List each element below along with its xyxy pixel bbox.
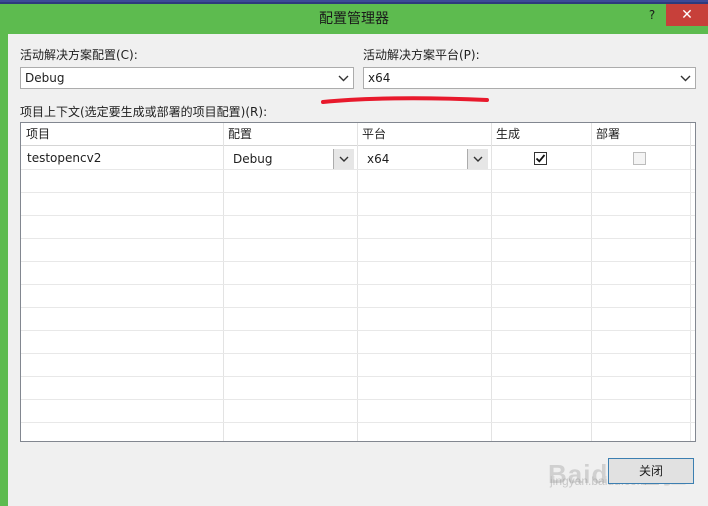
column-header-project[interactable]: 项目 [21,123,223,145]
window-close-button[interactable]: ✕ [666,4,708,26]
row-platform-value: x64 [367,152,390,166]
row-divider [21,169,695,170]
row-divider [21,261,695,262]
project-contexts-grid: 项目 配置 平台 生成 部署 testopencv2 Debug x64 [20,122,696,442]
row-divider [21,330,695,331]
row-platform-drop-button[interactable] [467,149,488,169]
checkmark-icon [535,154,546,163]
column-divider [491,123,492,441]
row-divider [21,353,695,354]
solution-platform-label: 活动解决方案平台(P): [363,48,480,62]
column-header-platform[interactable]: 平台 [357,123,491,145]
row-divider [21,192,695,193]
row-divider [21,307,695,308]
red-annotation-underline [321,96,489,104]
taskbar-accent [0,0,708,2]
column-divider [591,123,592,441]
solution-platform-value: x64 [368,71,391,85]
column-divider [690,123,691,441]
chevron-down-icon [339,156,349,162]
title-bar: 配置管理器 ? ✕ [0,4,708,34]
project-contexts-label: 项目上下文(选定要生成或部署的项目配置)(R): [20,105,268,119]
close-button[interactable]: 关闭 [608,458,694,484]
chevron-down-icon [473,156,483,162]
row-divider [21,422,695,423]
row-divider [21,238,695,239]
column-divider [223,123,224,441]
column-divider [357,123,358,441]
column-header-configuration[interactable]: 配置 [223,123,357,145]
row-platform-dropdown[interactable]: x64 [361,148,489,170]
column-header-deploy[interactable]: 部署 [591,123,695,145]
build-checkbox[interactable] [534,152,547,165]
solution-config-dropdown[interactable]: Debug [20,67,354,89]
solution-platform-dropdown[interactable]: x64 [363,67,696,89]
row-configuration-drop-button[interactable] [333,149,354,169]
dialog-body: 活动解决方案配置(C): Debug 活动解决方案平台(P): x64 项目上下… [8,34,708,506]
row-divider [21,215,695,216]
row-divider [21,284,695,285]
project-name[interactable]: testopencv2 [27,147,101,169]
chevron-down-icon [338,75,349,82]
window-title: 配置管理器 [319,11,389,27]
row-divider [21,399,695,400]
chevron-down-icon [680,75,691,82]
solution-config-value: Debug [25,71,65,85]
deploy-checkbox [633,152,646,165]
header-divider [21,145,695,146]
row-configuration-value: Debug [233,152,273,166]
column-header-build[interactable]: 生成 [491,123,591,145]
row-divider [21,376,695,377]
solution-config-label: 活动解决方案配置(C): [20,48,138,62]
row-configuration-dropdown[interactable]: Debug [227,148,355,170]
help-button[interactable]: ? [640,4,664,26]
